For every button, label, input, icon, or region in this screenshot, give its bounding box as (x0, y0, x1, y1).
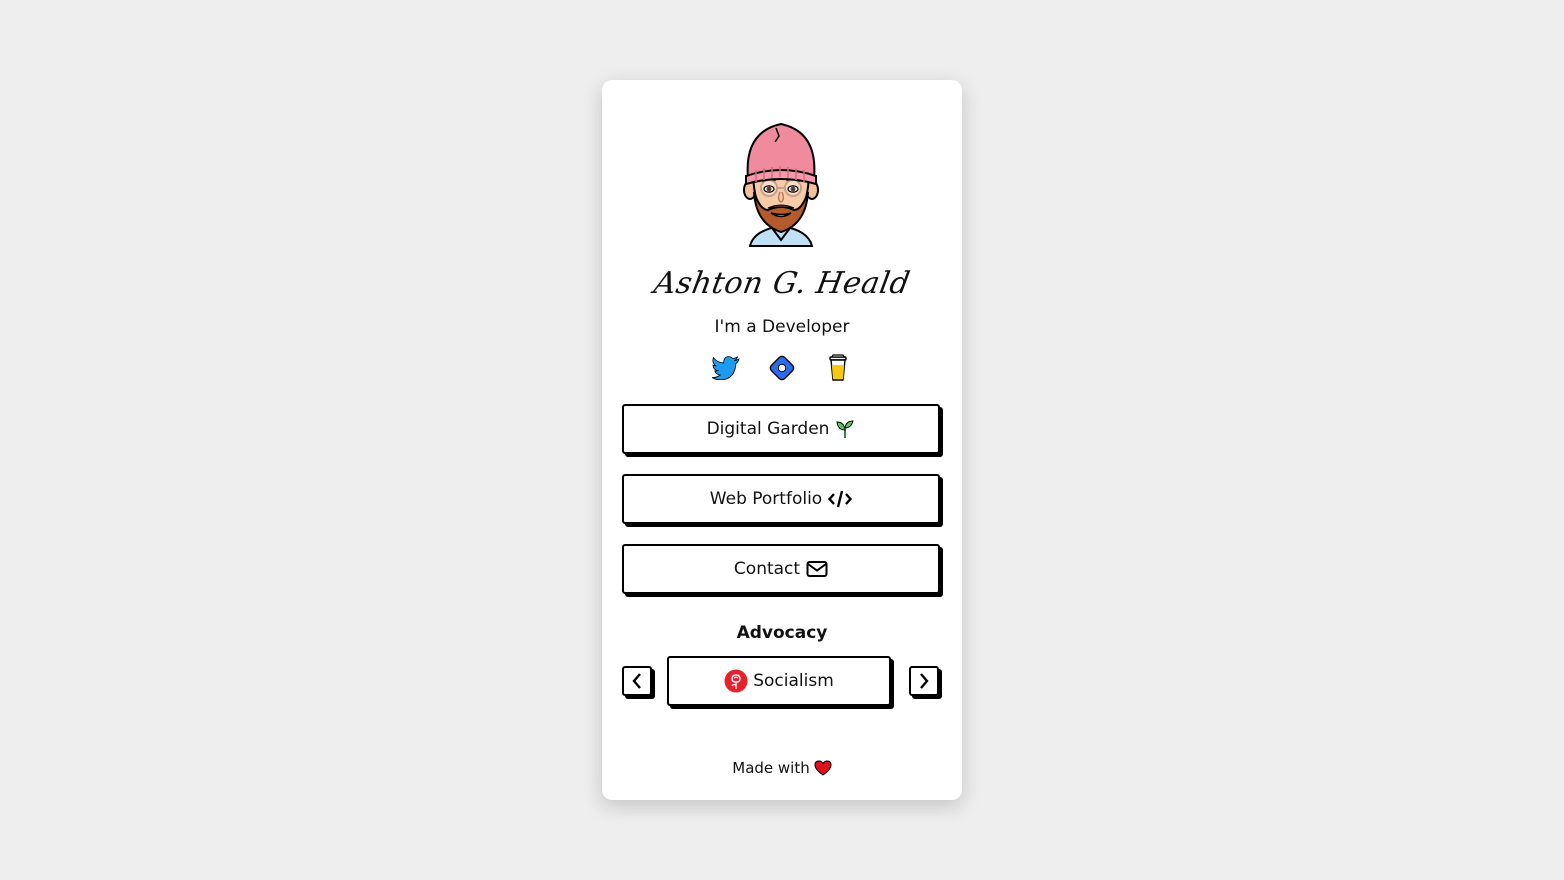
digital-garden-label: Digital Garden (706, 419, 830, 439)
envelope-icon (806, 561, 828, 577)
contact-button[interactable]: Contact (622, 544, 940, 594)
footer-text: Made with (732, 759, 810, 777)
diamond-badge-icon (769, 355, 795, 381)
chevron-left-icon (632, 673, 641, 689)
twitter-bird-icon (712, 356, 740, 380)
web-portfolio-label: Web Portfolio (709, 489, 823, 509)
profile-name: Ashton G. Heald (651, 266, 913, 301)
chevron-right-icon (920, 673, 929, 689)
footer: Made with (602, 759, 962, 777)
rose-icon (724, 669, 748, 693)
polywork-link[interactable] (768, 353, 796, 383)
advocacy-current-button[interactable]: Socialism (667, 656, 891, 706)
contact-label: Contact (733, 559, 801, 579)
advocacy-next-button[interactable] (909, 666, 939, 696)
advocacy-title: Advocacy (736, 623, 828, 643)
advocacy-prev-button[interactable] (622, 666, 652, 696)
web-portfolio-button[interactable]: Web Portfolio (622, 474, 940, 524)
buy-me-a-coffee-link[interactable] (824, 353, 852, 383)
seedling-icon (836, 420, 855, 438)
digital-garden-button[interactable]: Digital Garden (622, 404, 940, 454)
code-icon (828, 490, 853, 508)
profile-tagline: I'm a Developer (714, 317, 850, 337)
heart-icon (814, 760, 832, 776)
twitter-link[interactable] (712, 353, 740, 383)
profile-card: Ashton G. Heald I'm a Developer Digital … (602, 80, 962, 800)
coffee-cup-icon (829, 354, 847, 381)
social-links (602, 353, 962, 383)
advocacy-label: Socialism (753, 671, 834, 691)
avatar (736, 118, 826, 248)
